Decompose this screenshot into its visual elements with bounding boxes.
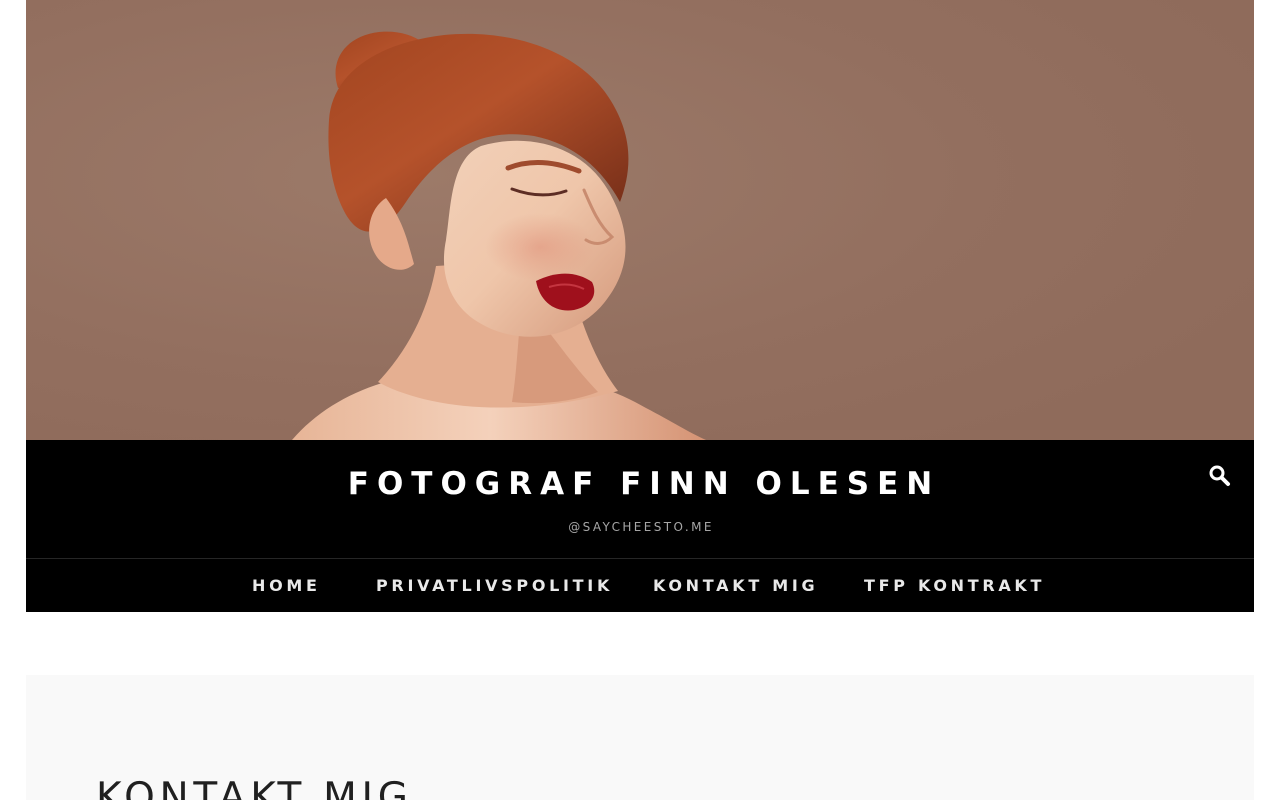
portrait-illustration bbox=[26, 0, 1254, 440]
site-title[interactable]: FOTOGRAF FINN OLESEN bbox=[0, 464, 1280, 504]
hero-portrait-image bbox=[26, 0, 1254, 440]
navigation-divider bbox=[26, 558, 1254, 559]
page-title: KONTAKT MIG bbox=[96, 775, 413, 800]
site-tagline: @SAYCHEESTO.ME bbox=[568, 520, 714, 534]
nav-privatlivspolitik[interactable]: PRIVATLIVSPOLITIK bbox=[376, 572, 613, 600]
nav-home[interactable]: HOME bbox=[252, 572, 321, 600]
page: FOTOGRAF FINN OLESEN @SAYCHEESTO.ME HOME… bbox=[0, 0, 1280, 800]
portrait-cheek-blush bbox=[485, 213, 595, 281]
nav-kontakt-mig[interactable]: KONTAKT MIG bbox=[653, 572, 818, 600]
nav-tfp-kontrakt[interactable]: TFP KONTRAKT bbox=[864, 572, 1045, 600]
studio-background bbox=[26, 0, 1254, 440]
search-icon bbox=[1209, 465, 1230, 486]
search-button[interactable] bbox=[1207, 463, 1231, 487]
